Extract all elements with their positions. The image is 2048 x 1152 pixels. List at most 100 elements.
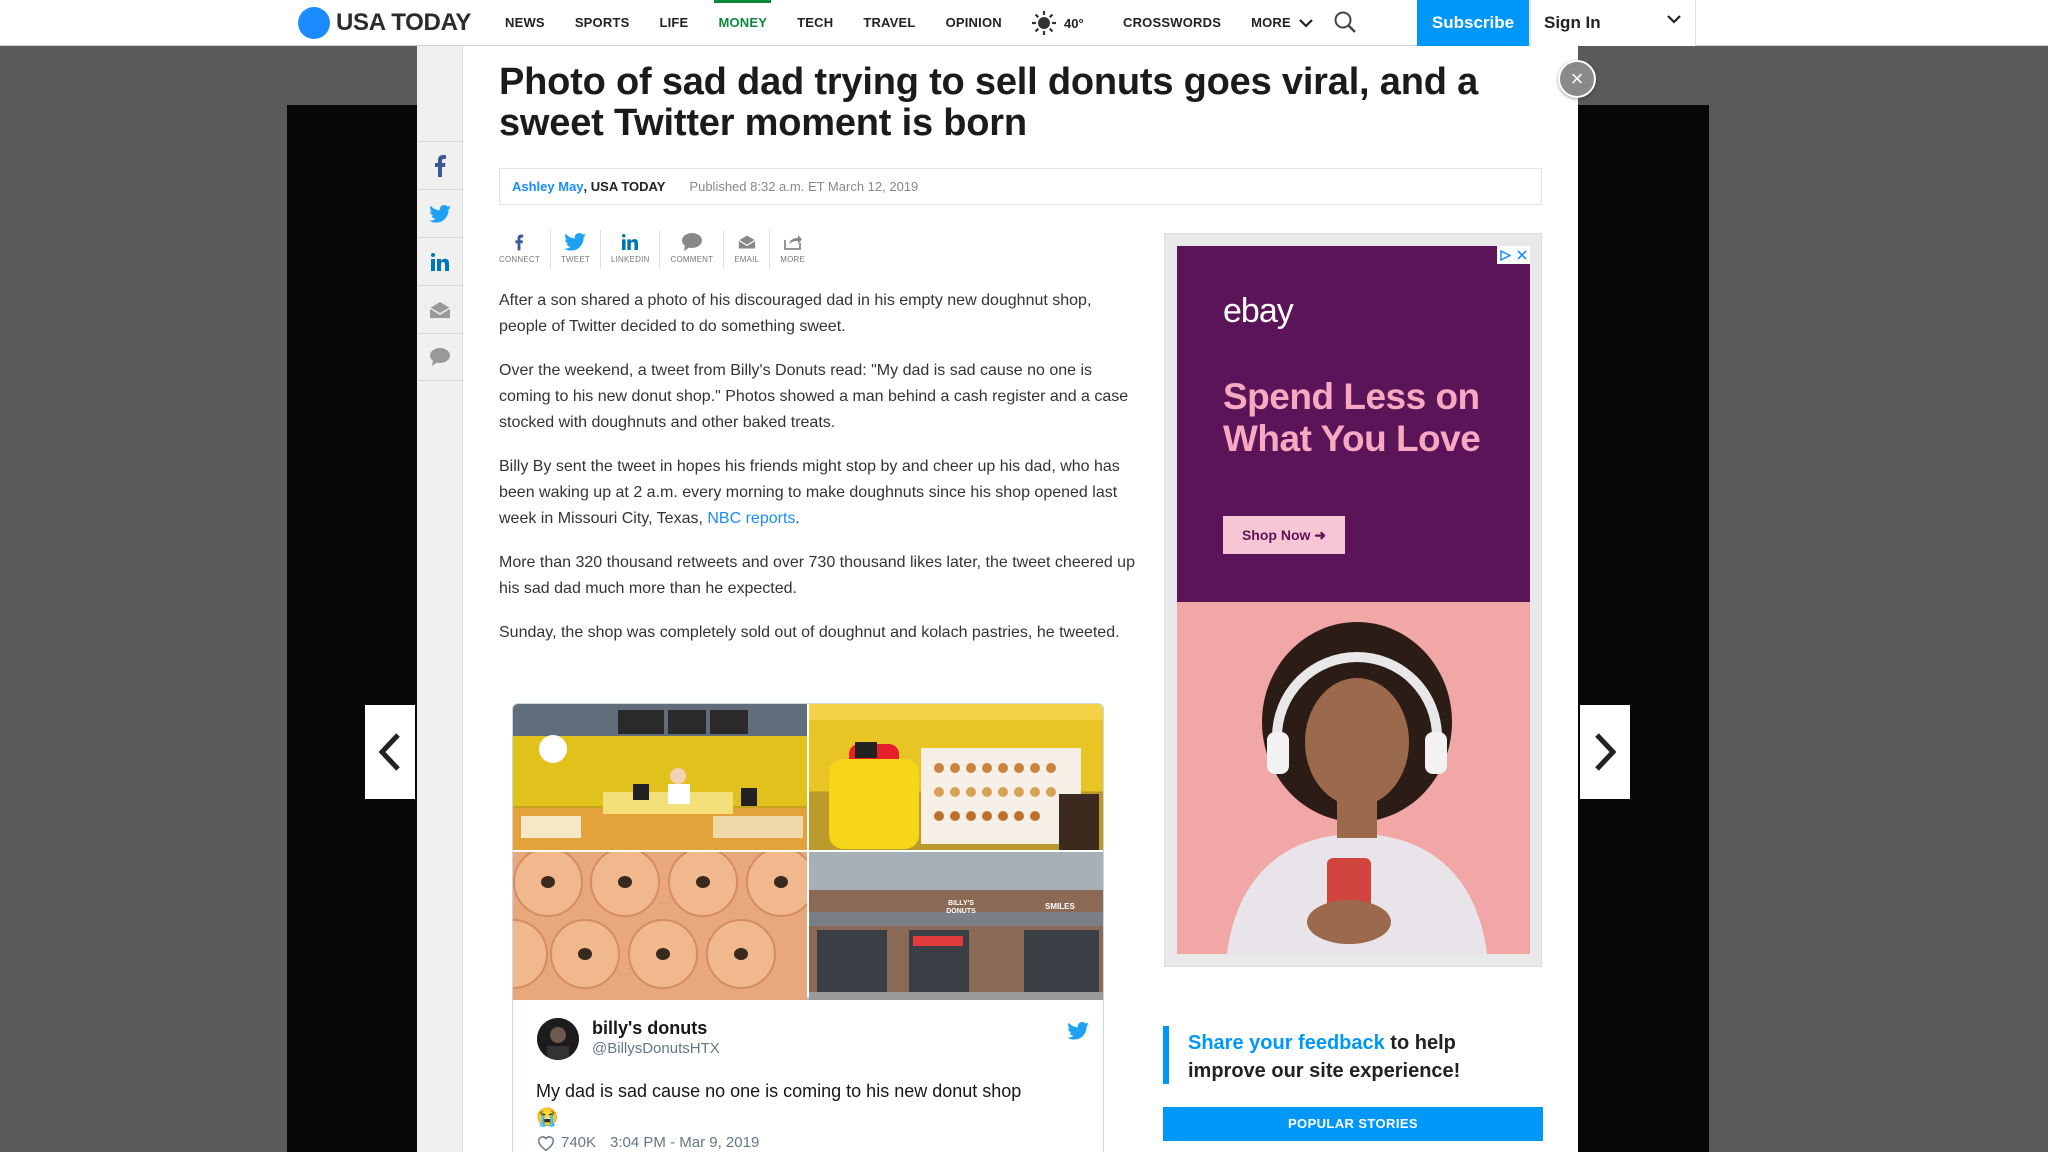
- weather-widget[interactable]: 40°: [1032, 0, 1084, 46]
- share-label: LINKEDIN: [610, 255, 650, 264]
- close-icon[interactable]: [1517, 250, 1527, 260]
- chevron-right-icon: [1595, 733, 1616, 771]
- tweet-meta: 740K 3:04 PM - Mar 9, 2019: [537, 1134, 773, 1151]
- nav-money[interactable]: MONEY: [714, 0, 771, 46]
- sun-icon: [1032, 11, 1056, 35]
- nav-opinion[interactable]: OPINION: [946, 0, 1002, 46]
- byline-org: , USA TODAY: [583, 179, 666, 194]
- secondary-nav: CROSSWORDS MORE: [1123, 0, 1343, 46]
- share-linkedin-button[interactable]: LINKEDIN: [601, 230, 661, 268]
- nav-sports[interactable]: SPORTS: [575, 0, 630, 46]
- display-case-image: [809, 704, 1103, 850]
- ad-bottom-panel: [1177, 602, 1530, 954]
- tweet-text: My dad is sad cause no one is coming to …: [536, 1078, 1076, 1130]
- tweet-like-count: 740K: [561, 1134, 597, 1151]
- advertisement[interactable]: ebay Spend Less on What You Love Shop No…: [1164, 233, 1542, 967]
- subscribe-button[interactable]: Subscribe: [1417, 0, 1529, 46]
- facebook-icon: [515, 234, 524, 250]
- store-sign: SMILES: [1045, 902, 1075, 911]
- byline: Ashley May , USA TODAY Published 8:32 a.…: [499, 168, 1542, 205]
- author-link[interactable]: Ashley May: [512, 179, 584, 194]
- nav-travel[interactable]: TRAVEL: [863, 0, 915, 46]
- storefront-image: [809, 852, 1103, 1000]
- shop-counter-image: [513, 710, 807, 850]
- comment-icon: [681, 233, 702, 251]
- nav-crosswords[interactable]: CROSSWORDS: [1123, 0, 1221, 46]
- share-label: MORE: [780, 255, 806, 264]
- tweet-author-name[interactable]: billy's donuts: [592, 1018, 707, 1039]
- nav-tech[interactable]: TECH: [797, 0, 833, 46]
- chevron-down-icon: [1667, 15, 1681, 24]
- heart-icon[interactable]: [537, 1135, 555, 1151]
- feedback-link[interactable]: Share your feedback: [1188, 1032, 1385, 1054]
- share-icon: [783, 235, 802, 250]
- share-email-button[interactable]: EMAIL: [724, 230, 771, 268]
- chevron-left-icon: [379, 733, 400, 771]
- linkedin-icon: [622, 234, 639, 250]
- email-icon: [429, 301, 451, 318]
- sign-in-button[interactable]: Sign In: [1530, 0, 1696, 46]
- tweet-photo-donuts[interactable]: [513, 852, 807, 1000]
- site-logo[interactable]: USA TODAY: [298, 6, 471, 40]
- embedded-tweet[interactable]: i B: [512, 703, 1104, 1152]
- share-label: COMMENT: [670, 255, 714, 264]
- paragraph: Over the weekend, a tweet from Billy's D…: [499, 362, 1129, 431]
- nbc-reports-link[interactable]: NBC reports: [707, 510, 795, 527]
- rail-facebook-button[interactable]: [417, 141, 463, 189]
- sign-in-label: Sign In: [1544, 13, 1601, 32]
- article-headline: Photo of sad dad trying to sell donuts g…: [499, 61, 1479, 144]
- twitter-icon[interactable]: [1067, 1022, 1089, 1040]
- rail-twitter-button[interactable]: [417, 189, 463, 237]
- paragraph: Sunday, the shop was completely sold out…: [499, 624, 1120, 641]
- search-icon[interactable]: [1333, 10, 1357, 34]
- nav-news[interactable]: NEWS: [505, 0, 545, 46]
- share-facebook-button[interactable]: CONNECT: [499, 230, 551, 268]
- avatar[interactable]: [537, 1018, 579, 1060]
- feedback-accent-bar: [1163, 1026, 1169, 1084]
- tweet-timestamp[interactable]: 3:04 PM - Mar 9, 2019: [610, 1134, 759, 1151]
- facebook-icon: [435, 154, 446, 177]
- ebay-logo: ebay: [1223, 292, 1294, 330]
- ad-top-panel: ebay Spend Less on What You Love Shop No…: [1177, 246, 1530, 602]
- close-modal-button[interactable]: ×: [1558, 60, 1596, 98]
- previous-article-button[interactable]: [365, 705, 415, 799]
- publish-date: Published 8:32 a.m. ET March 12, 2019: [689, 179, 919, 194]
- nav-more-label: MORE: [1251, 15, 1291, 30]
- twitter-icon: [564, 233, 587, 251]
- article-share-bar: CONNECT TWEET LINKEDIN COMMENT EMAIL MOR…: [499, 230, 815, 268]
- glazed-donuts-image: [513, 852, 807, 1000]
- article-body: After a son shared a photo of his discou…: [499, 288, 1139, 664]
- shop-now-button[interactable]: Shop Now ➜: [1223, 516, 1345, 554]
- feedback-text: Share your feedback to help improve our …: [1188, 1029, 1518, 1085]
- weather-temp: 40°: [1064, 15, 1084, 31]
- paragraph-text: Billy By sent the tweet in hopes his fri…: [499, 458, 1120, 527]
- share-label: EMAIL: [734, 255, 760, 264]
- share-rail: [417, 141, 463, 381]
- rail-email-button[interactable]: [417, 285, 463, 333]
- linkedin-icon: [431, 252, 449, 271]
- email-icon: [738, 235, 756, 249]
- nav-life[interactable]: LIFE: [659, 0, 688, 46]
- tweet-photo-storefront[interactable]: BILLY'S DONUTS SMILES: [809, 852, 1103, 1000]
- feedback-prompt[interactable]: Share your feedback to help improve our …: [1163, 1003, 1543, 1087]
- share-comment-button[interactable]: COMMENT: [660, 230, 725, 268]
- paragraph: Billy By sent the tweet in hopes his fri…: [499, 454, 1139, 532]
- share-twitter-button[interactable]: TWEET: [551, 230, 601, 268]
- ad-headline: Spend Less on What You Love: [1223, 376, 1481, 459]
- logo-circle-icon: [298, 7, 330, 39]
- next-article-button[interactable]: [1580, 705, 1630, 799]
- share-more-button[interactable]: MORE: [770, 230, 815, 268]
- ad-creative[interactable]: ebay Spend Less on What You Love Shop No…: [1177, 246, 1530, 954]
- share-label: CONNECT: [499, 255, 540, 264]
- tweet-author-handle[interactable]: @BillysDonutsHTX: [592, 1040, 720, 1057]
- nav-more[interactable]: MORE: [1251, 0, 1313, 46]
- twitter-icon: [429, 204, 451, 223]
- paragraph: After a son shared a photo of his discou…: [499, 292, 1092, 335]
- ad-choices[interactable]: [1497, 246, 1530, 264]
- rail-linkedin-button[interactable]: [417, 237, 463, 285]
- tweet-photo-display-case[interactable]: i: [809, 704, 1103, 850]
- share-label: TWEET: [560, 255, 590, 264]
- tweet-photo-counter[interactable]: [513, 704, 807, 850]
- rail-comment-button[interactable]: [417, 333, 463, 381]
- tweet-photo-grid[interactable]: i B: [513, 704, 1103, 1000]
